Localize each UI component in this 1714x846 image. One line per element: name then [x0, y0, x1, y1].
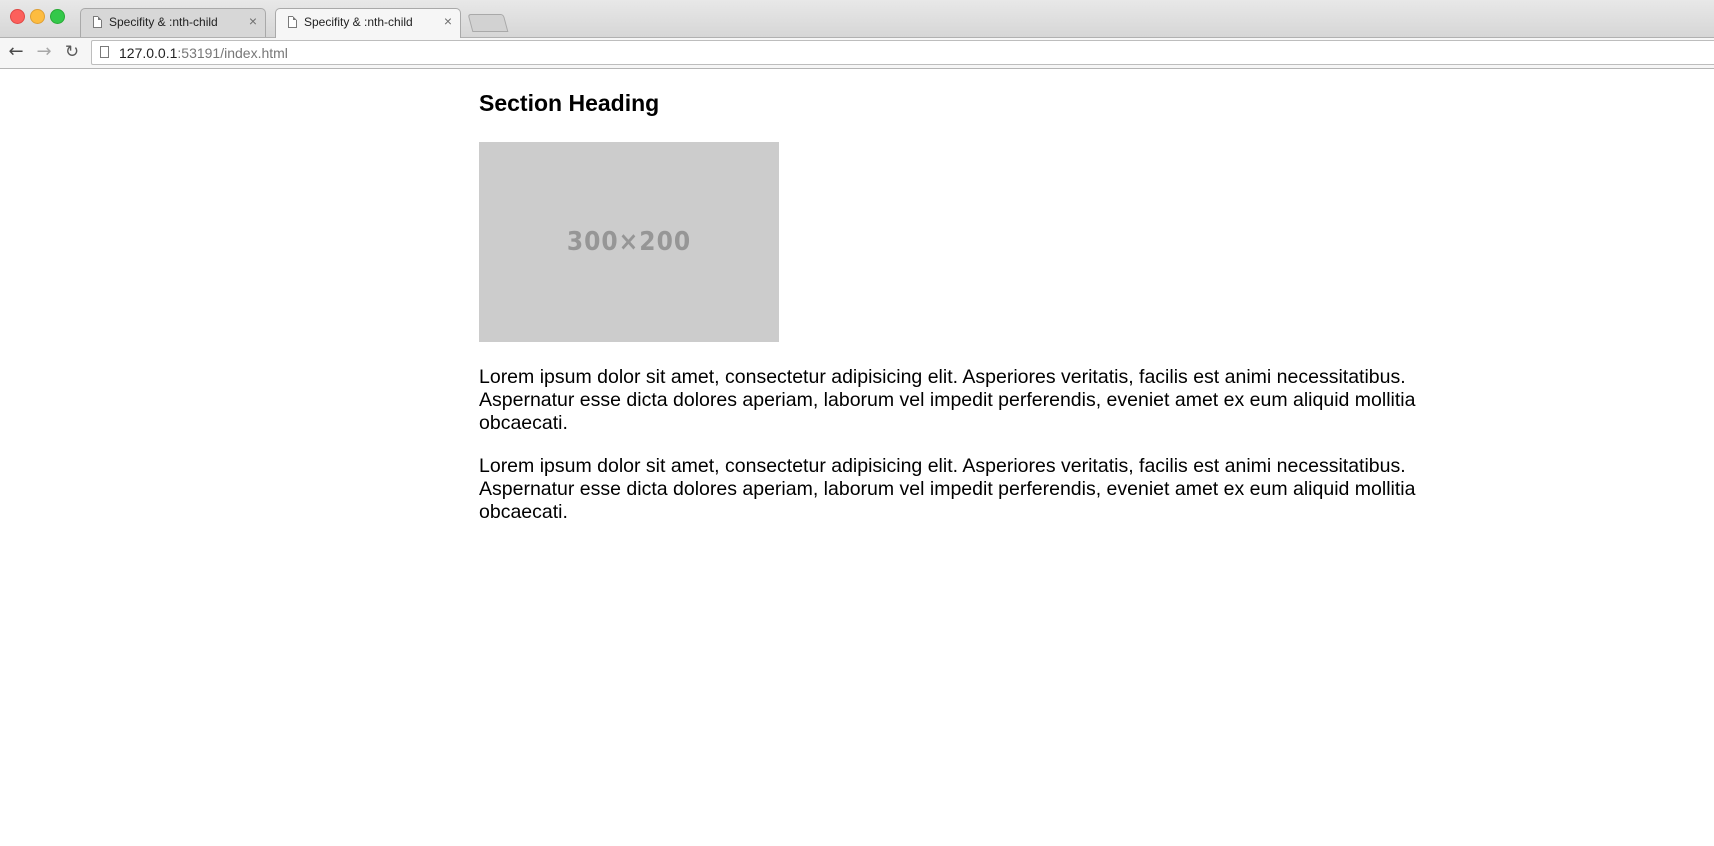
tab-1[interactable]: Specifity & :nth-child ×: [80, 8, 266, 37]
forward-icon[interactable]: →: [33, 41, 55, 63]
placeholder-image: 300×200: [479, 142, 779, 342]
page-icon: [93, 16, 102, 28]
window-zoom-button[interactable]: [50, 9, 65, 24]
toolbar: ← → ↻ 127.0.0.1:53191/index.html: [0, 38, 1714, 68]
tab-title: Specifity & :nth-child: [109, 15, 218, 29]
tab-title: Specifity & :nth-child: [304, 15, 413, 29]
page-icon: [288, 16, 297, 28]
back-icon[interactable]: ←: [5, 41, 27, 63]
new-tab-button[interactable]: [467, 14, 509, 32]
tab-2[interactable]: Specifity & :nth-child ×: [275, 8, 461, 38]
window-minimize-button[interactable]: [30, 9, 45, 24]
reload-icon[interactable]: ↻: [61, 41, 83, 63]
placeholder-image-label: 300×200: [566, 227, 692, 257]
window-close-button[interactable]: [10, 9, 25, 24]
close-icon[interactable]: ×: [444, 13, 452, 29]
section-heading: Section Heading: [479, 90, 660, 116]
address-bar[interactable]: 127.0.0.1:53191/index.html: [91, 40, 1714, 65]
paragraph: Lorem ipsum dolor sit amet, consectetur …: [479, 455, 1416, 523]
close-icon[interactable]: ×: [249, 13, 257, 29]
page-icon: [100, 46, 109, 58]
browser-chrome: Specifity & :nth-child × Specifity & :nt…: [0, 0, 1714, 69]
url-path: :53191/index.html: [177, 45, 288, 61]
paragraph: Lorem ipsum dolor sit amet, consectetur …: [479, 366, 1416, 434]
url-host: 127.0.0.1: [119, 45, 178, 61]
url-text[interactable]: 127.0.0.1:53191/index.html: [119, 45, 288, 61]
tab-strip: Specifity & :nth-child × Specifity & :nt…: [0, 0, 1714, 38]
